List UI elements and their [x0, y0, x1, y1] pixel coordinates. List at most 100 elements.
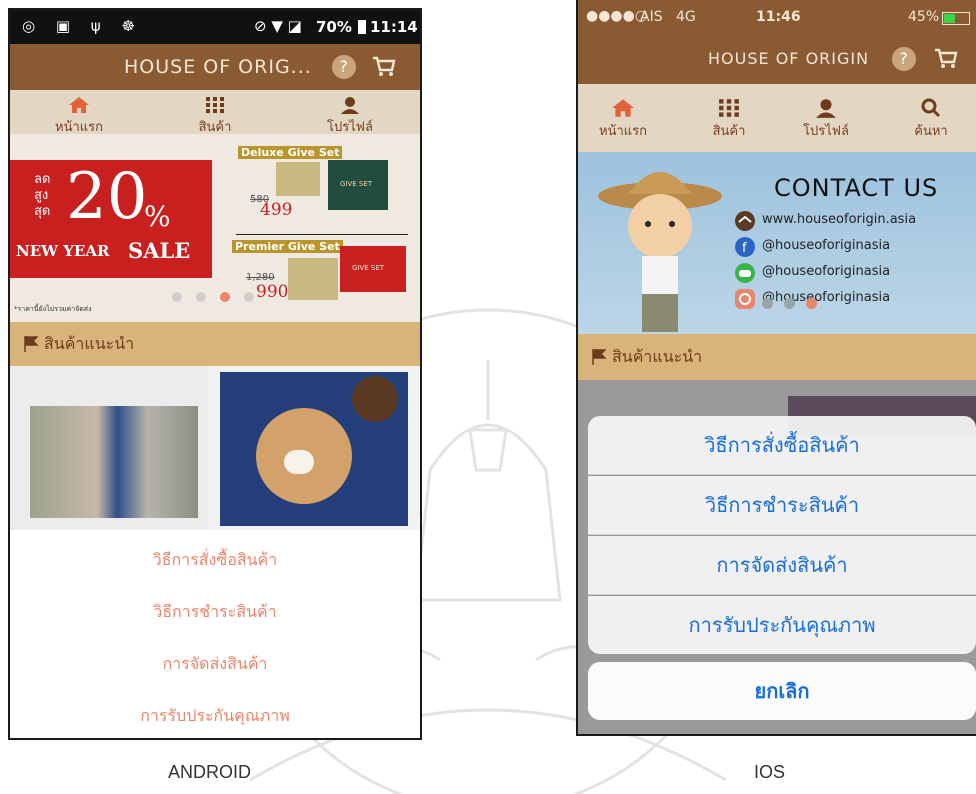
product-image-bowl	[352, 376, 398, 422]
android-phone-screen: ◎ ▣ ψ ☸ ⊘ ▼ ◪ 70% 11:14 HOUSE OF ORIG...…	[8, 8, 422, 740]
section-title: สินค้าแนะนำ	[44, 334, 135, 353]
ios-caption: IOS	[754, 762, 786, 782]
tab-products[interactable]: สินค้า	[694, 92, 764, 141]
recommended-section-header: สินค้าแนะนำ	[578, 334, 976, 380]
menu-shipping[interactable]: การจัดส่งสินค้า	[10, 652, 420, 677]
tab-label: หน้าแรก	[55, 120, 103, 135]
app-title: HOUSE OF ORIGIN	[708, 49, 870, 68]
premier-title: Premier Give Set	[232, 240, 343, 253]
deluxe-box-image	[276, 162, 320, 196]
home-icon	[612, 99, 634, 117]
banner-divider	[236, 234, 408, 235]
home-icon	[69, 97, 89, 113]
mascot-farmer-illustration	[598, 172, 722, 332]
carousel-dot[interactable]	[172, 292, 182, 302]
carousel-dot[interactable]	[196, 292, 206, 302]
help-icon[interactable]: ?	[892, 47, 916, 71]
help-icon[interactable]: ?	[332, 55, 356, 79]
menu-quality-guarantee[interactable]: การรับประกันคุณภาพ	[10, 704, 420, 729]
profile-icon	[341, 97, 359, 114]
tab-label: สินค้า	[712, 124, 746, 139]
grid-icon	[719, 99, 739, 117]
tab-label: โปรไฟล์	[327, 120, 373, 135]
svg-text:f: f	[742, 241, 747, 256]
facebook-icon: f	[735, 237, 755, 257]
carrier: AIS	[640, 9, 663, 25]
section-title: สินค้าแนะนำ	[612, 347, 703, 366]
deluxe-gift-box: GIVE SET	[328, 160, 388, 210]
promo-banner[interactable]: ลด สูง สุด 20 % NEW YEAR SALE Deluxe Giv…	[10, 134, 420, 322]
action-cancel-button[interactable]: ยกเลิก	[588, 662, 976, 720]
action-payment[interactable]: วิธีการชำระสินค้า	[588, 476, 976, 535]
cart-icon[interactable]	[934, 48, 958, 70]
battery-percent: 70%	[316, 18, 352, 36]
carousel-dot[interactable]	[244, 292, 254, 302]
cart-icon[interactable]	[372, 56, 396, 78]
new-year-label: NEW YEAR	[16, 242, 110, 260]
instagram-icon	[735, 289, 755, 309]
profile-icon	[816, 99, 836, 118]
action-shipping[interactable]: การจัดส่งสินค้า	[588, 536, 976, 595]
grid-icon	[206, 97, 224, 113]
discount-value: 20	[66, 160, 148, 234]
tab-bar: หน้าแรก สินค้า โปรไฟล์ ค้นหา	[578, 84, 976, 152]
battery-percent: 45%	[908, 9, 940, 25]
sale-label: SALE	[128, 238, 191, 263]
action-how-to-order[interactable]: วิธีการสั่งซื้อสินค้า	[588, 416, 976, 475]
contact-instagram: @houseoforiginasia	[762, 290, 891, 305]
discount-prefix-3: สุด	[34, 204, 51, 219]
status-icons: ◎ ▣ ψ ☸	[22, 17, 143, 35]
bottom-menu: วิธีการสั่งซื้อสินค้า วิธีการชำระสินค้า …	[10, 530, 420, 738]
tab-profile[interactable]: โปรไฟล์	[786, 92, 866, 141]
ios-phone-screen: ●●●●○ AIS 4G 11:46 45% HOUSE OF ORIGIN ?…	[576, 0, 976, 736]
contact-website: www.houseoforigin.asia	[762, 212, 917, 227]
flag-icon	[592, 349, 606, 365]
product-image	[30, 406, 198, 518]
banner-note: *ราคานี้ยังไม่รวมค่าจัดส่ง	[14, 305, 92, 313]
tab-home[interactable]: หน้าแรก	[588, 92, 658, 141]
recommended-section-header: สินค้าแนะนำ	[10, 322, 420, 366]
battery-icon	[358, 20, 366, 34]
tab-search[interactable]: ค้นหา	[896, 92, 966, 141]
network: 4G	[676, 9, 696, 25]
flag-icon	[24, 336, 38, 352]
app-header: HOUSE OF ORIGIN ?	[578, 34, 976, 84]
android-caption: ANDROID	[168, 762, 252, 782]
action-quality-guarantee[interactable]: การรับประกันคุณภาพ	[588, 596, 976, 654]
menu-how-to-order[interactable]: วิธีการสั่งซื้อสินค้า	[10, 548, 420, 573]
contact-line: @houseoforiginasia	[762, 264, 891, 279]
sale-panel: ลด สูง สุด 20 % NEW YEAR SALE	[10, 160, 212, 278]
carousel-dot[interactable]	[762, 298, 773, 309]
tab-label: โปรไฟล์	[803, 124, 849, 139]
contact-facebook: @houseoforiginasia	[762, 238, 891, 253]
tab-label: ค้นหา	[914, 124, 948, 139]
carousel-dot-active[interactable]	[806, 298, 817, 309]
search-icon	[921, 98, 941, 118]
carousel-dot-active[interactable]	[220, 292, 230, 302]
premier-gift-box: GIVE SET	[340, 246, 406, 292]
product-image-egg	[284, 450, 314, 474]
app-header: HOUSE OF ORIG... ?	[10, 44, 420, 90]
premier-box-image	[288, 258, 338, 300]
website-icon	[735, 211, 755, 231]
tab-home[interactable]: หน้าแรก	[44, 90, 114, 137]
tab-products[interactable]: สินค้า	[180, 90, 250, 137]
product-card-scarf[interactable]	[10, 366, 208, 530]
app-title: HOUSE OF ORIG...	[124, 56, 312, 78]
status-bar: ●●●●○ AIS 4G 11:46 45%	[578, 0, 976, 34]
tab-label: หน้าแรก	[599, 124, 647, 139]
percent-sign: %	[144, 200, 171, 233]
contact-heading: CONTACT US	[774, 174, 939, 202]
product-card-plate[interactable]	[220, 372, 408, 526]
premier-price: 990	[256, 282, 289, 302]
deluxe-price: 499	[260, 200, 293, 220]
contact-banner[interactable]: CONTACT US www.houseoforigin.asia f @hou…	[578, 152, 976, 334]
battery-icon	[942, 12, 970, 25]
carousel-dot[interactable]	[784, 298, 795, 309]
signal-dots: ●●●●○	[586, 8, 648, 24]
line-icon	[735, 263, 755, 283]
menu-payment[interactable]: วิธีการชำระสินค้า	[10, 600, 420, 625]
tab-profile[interactable]: โปรไฟล์	[310, 90, 390, 137]
signal-icons: ⊘ ▼ ◪	[254, 17, 302, 35]
deluxe-title: Deluxe Give Set	[238, 146, 343, 159]
